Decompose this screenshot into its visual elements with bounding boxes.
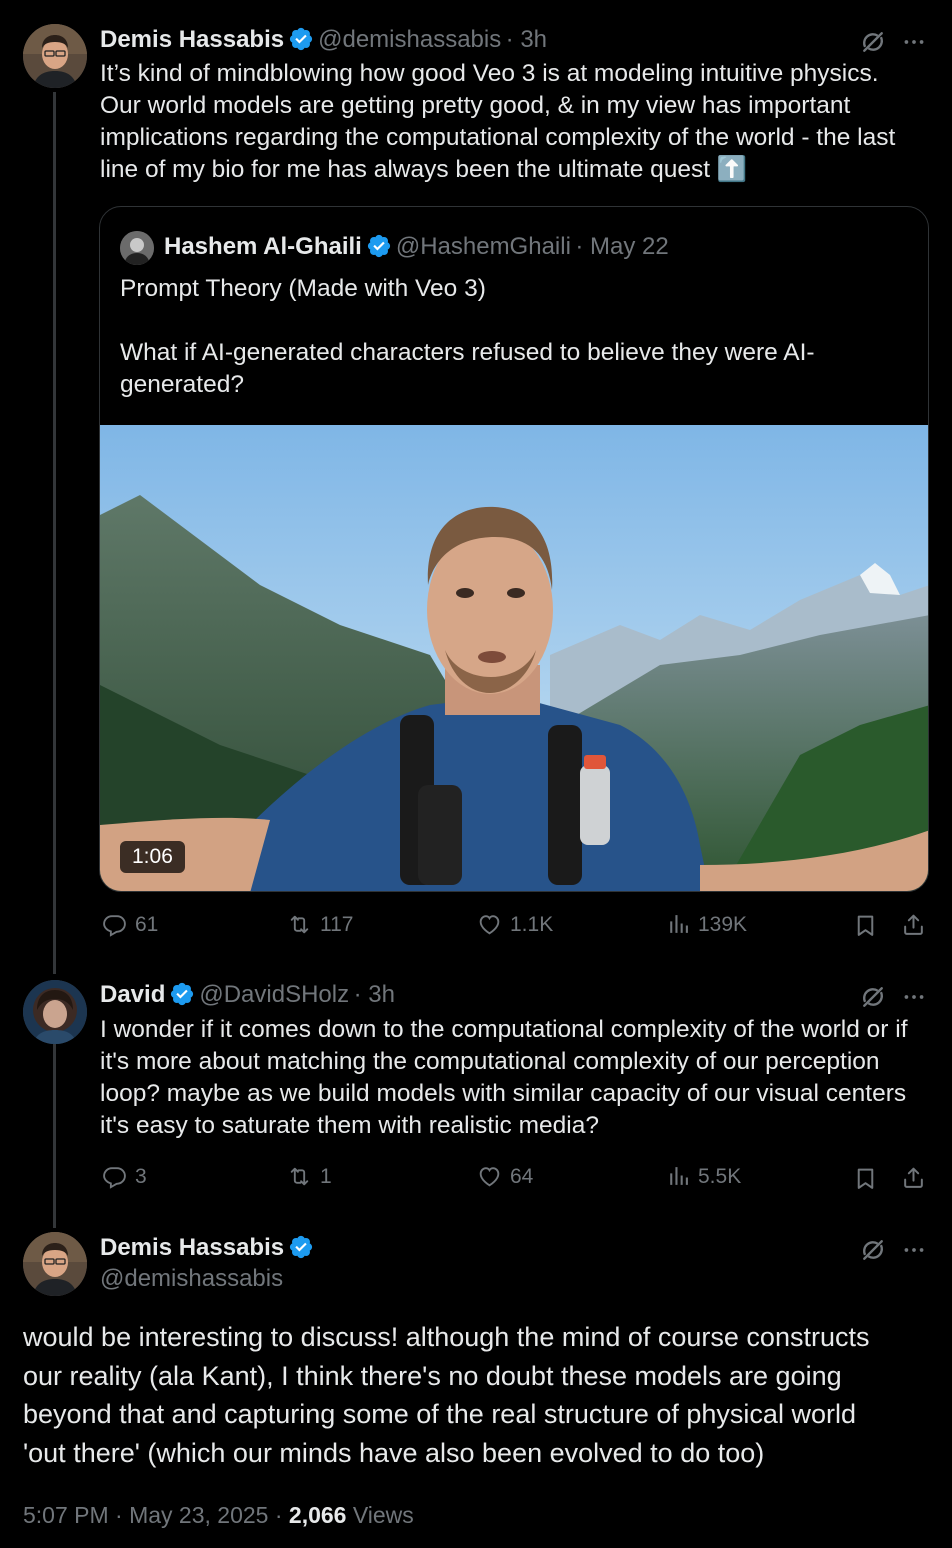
video-player[interactable]: 1:06 (100, 425, 928, 891)
video-duration: 1:06 (120, 841, 185, 873)
tweet-text-line: 'out there' (which our minds have also b… (23, 1437, 765, 1468)
views-button[interactable]: 139K (665, 912, 747, 937)
tweet-text: would be interesting to discuss! althoug… (23, 1318, 933, 1472)
avatar-image (23, 24, 87, 88)
repost-button[interactable]: 117 (287, 912, 353, 937)
quote-text: Prompt Theory (Made with Veo 3) What if … (120, 273, 910, 401)
reply-button[interactable]: 61 (102, 912, 158, 937)
tweet-text-line: beyond that and capturing some of the re… (23, 1399, 856, 1429)
reply-icon (102, 1164, 127, 1189)
more-icon[interactable] (901, 1237, 927, 1263)
quote-author-handle: @HashemGhaili (395, 233, 571, 260)
repost-icon (287, 1164, 312, 1189)
tweet-text-line: implications regarding the computational… (100, 124, 896, 151)
avatar[interactable] (23, 980, 87, 1044)
tweet-text-line: Our world models are getting pretty good… (100, 92, 851, 119)
avatar[interactable] (23, 24, 87, 88)
views-count: 139K (698, 912, 748, 936)
like-icon (477, 912, 502, 937)
quote-text-line: Prompt Theory (Made with Veo 3) (120, 275, 486, 302)
tweet-header: Demis Hassabis @demishassabis · 3h (100, 26, 547, 54)
reply-button[interactable]: 3 (102, 1164, 147, 1189)
tweet-text-line: it's easy to saturate them with realisti… (100, 1112, 599, 1139)
reply-count: 61 (135, 912, 159, 936)
share-icon[interactable] (901, 912, 926, 937)
verified-icon (288, 1234, 314, 1260)
like-button[interactable]: 1.1K (477, 912, 553, 937)
avatar-image (23, 980, 87, 1044)
repost-icon (287, 912, 312, 937)
like-count: 64 (510, 1164, 534, 1188)
tweet-text-line: line of my bio for me has always been th… (100, 156, 748, 183)
grok-icon[interactable] (859, 1236, 887, 1264)
post-meta: 5:07 PM · May 23, 2025 · 2,066 Views (23, 1502, 414, 1529)
post-timestamp[interactable]: 5:07 PM · May 23, 2025 · (23, 1502, 283, 1528)
tweet-text-line: loop? maybe as we build models with simi… (100, 1080, 907, 1107)
quote-text-line: generated? (120, 371, 244, 398)
tweet-text-line: it's more about matching the computation… (100, 1048, 880, 1075)
post-time[interactable]: · 3h (354, 981, 395, 1008)
tweet-text-line: our reality (ala Kant), I think there's … (23, 1360, 842, 1391)
avatar-image (23, 1232, 87, 1296)
tweet-header: Demis Hassabis (100, 1234, 318, 1262)
video-thumbnail (100, 425, 928, 891)
views-button[interactable]: 5.5K (665, 1164, 741, 1189)
tweet-text-line: would be interesting to discuss! althoug… (23, 1322, 870, 1352)
grok-icon[interactable] (859, 983, 887, 1011)
author-handle[interactable]: @demishassabis (318, 26, 501, 53)
reply-icon (102, 912, 127, 937)
views-icon (665, 912, 690, 937)
views-total: 2,066 (288, 1502, 347, 1528)
share-icon[interactable] (901, 1165, 926, 1190)
post-time[interactable]: · 3h (506, 26, 547, 53)
quote-text-line: What if AI-generated characters refused … (120, 339, 815, 366)
quote-header: Hashem Al-Ghaili @HashemGhaili · May 22 (164, 233, 669, 261)
like-count: 1.1K (510, 912, 554, 936)
thread-line-1 (53, 92, 56, 974)
repost-count: 1 (320, 1164, 332, 1188)
quote-avatar-image (120, 231, 154, 265)
tweet-header: David @DavidSHolz · 3h (100, 981, 395, 1009)
bookmark-icon[interactable] (853, 1166, 878, 1191)
author-name[interactable]: Demis Hassabis (100, 1234, 284, 1261)
author-handle[interactable]: @demishassabis (100, 1265, 283, 1293)
tweet-text: It’s kind of mindblowing how good Veo 3 … (100, 58, 930, 186)
thread-line-2 (53, 1044, 56, 1228)
views-label: Views (352, 1502, 414, 1528)
author-name[interactable]: Demis Hassabis (100, 26, 284, 53)
quote-avatar[interactable] (120, 231, 154, 265)
verified-icon (169, 981, 195, 1007)
views-icon (665, 1164, 690, 1189)
grok-icon[interactable] (859, 28, 887, 56)
tweet-text: I wonder if it comes down to the computa… (100, 1014, 930, 1142)
like-icon (477, 1164, 502, 1189)
quote-time: · May 22 (575, 233, 669, 260)
quoted-tweet[interactable]: Hashem Al-Ghaili @HashemGhaili · May 22 P… (99, 206, 929, 892)
author-handle[interactable]: @DavidSHolz (199, 981, 349, 1008)
repost-button[interactable]: 1 (287, 1164, 332, 1189)
more-icon[interactable] (901, 29, 927, 55)
more-icon[interactable] (901, 984, 927, 1010)
tweet-text-line: I wonder if it comes down to the computa… (100, 1016, 908, 1043)
author-name[interactable]: David (100, 981, 165, 1008)
views-count: 5.5K (698, 1164, 742, 1188)
reply-count: 3 (135, 1164, 147, 1188)
avatar[interactable] (23, 1232, 87, 1296)
tweet-text-line: It’s kind of mindblowing how good Veo 3 … (100, 60, 879, 87)
like-button[interactable]: 64 (477, 1164, 533, 1189)
verified-icon (366, 233, 392, 259)
bookmark-icon[interactable] (853, 913, 878, 938)
repost-count: 117 (320, 912, 354, 936)
quote-author-name: Hashem Al-Ghaili (164, 233, 362, 260)
verified-icon (288, 26, 314, 52)
